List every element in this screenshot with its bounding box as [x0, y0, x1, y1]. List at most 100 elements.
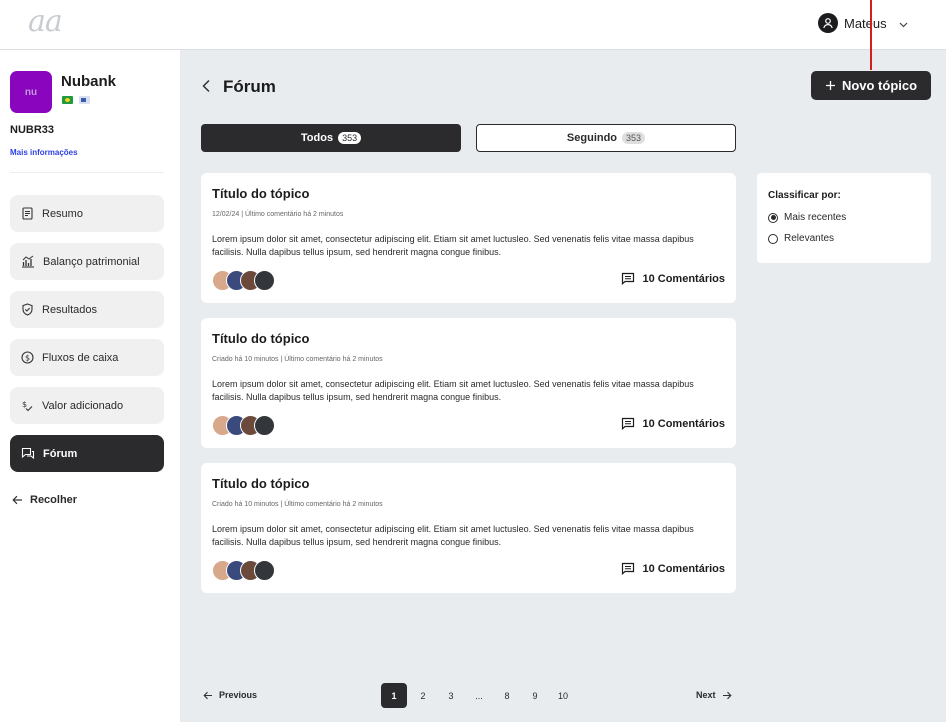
sidebar-item-label: Fórum: [43, 447, 78, 460]
sidebar-item-valor[interactable]: $ Valor adicionado: [10, 387, 164, 424]
sidebar-item-label: Resumo: [42, 207, 83, 220]
pagination: 1 2 3 ... 8 9 10: [381, 683, 577, 708]
back-button[interactable]: [199, 77, 215, 95]
sort-panel: Classificar por: Mais recentes Relevante…: [757, 173, 931, 263]
svg-text:$: $: [22, 400, 27, 409]
topic-title[interactable]: Título do tópico: [212, 331, 309, 346]
topic-body: Lorem ipsum dolor sit amet, consectetur …: [212, 379, 694, 402]
next-page-button[interactable]: Next: [696, 690, 732, 700]
sort-option-relevant[interactable]: Relevantes: [768, 233, 834, 244]
topic-body: Lorem ipsum dolor sit amet, consectetur …: [212, 234, 694, 257]
comments-count: 10 Comentários: [642, 272, 725, 285]
sidebar-item-label: Fluxos de caixa: [42, 351, 119, 364]
page-number[interactable]: 10: [549, 683, 577, 708]
user-avatar-icon: [818, 13, 838, 33]
sidebar-item-resumo[interactable]: Resumo: [10, 195, 164, 232]
company-name: Nubank: [61, 73, 117, 90]
participant-avatars: [212, 415, 275, 437]
topic-meta: Criado há 10 minutos | Último comentário…: [212, 501, 383, 508]
document-icon: [22, 207, 33, 220]
page-number[interactable]: 2: [409, 683, 437, 708]
radio-unselected-icon[interactable]: [768, 233, 778, 244]
svg-text:$: $: [25, 353, 30, 362]
comment-icon: [622, 272, 635, 285]
topic-card[interactable]: Título do tópico Criado há 10 minutos | …: [201, 463, 736, 593]
balance-chart-icon: [22, 255, 34, 268]
collapse-label: Recolher: [30, 494, 78, 506]
dollar-circle-icon: $: [21, 351, 34, 364]
arrow-right-icon: [722, 691, 732, 699]
comments-count: 10 Comentários: [642, 417, 725, 430]
sidebar-item-fluxos[interactable]: $ Fluxos de caixa: [10, 339, 164, 376]
annotation-line: [870, 0, 872, 70]
sort-option-label: Relevantes: [784, 233, 835, 244]
user-menu[interactable]: Mateus: [818, 12, 908, 34]
tab-count-badge: 353: [338, 132, 362, 144]
top-bar: aa Mateus: [0, 0, 946, 50]
page-number[interactable]: 1: [381, 683, 407, 708]
shield-check-icon: [22, 303, 33, 316]
user-name: Mateus: [844, 15, 887, 31]
comments-count: 10 Comentários: [642, 562, 725, 575]
sidebar-item-forum[interactable]: Fórum: [10, 435, 164, 472]
avatar: [254, 415, 275, 436]
collapse-sidebar-button[interactable]: Recolher: [12, 494, 77, 506]
previous-label: Previous: [219, 690, 258, 700]
sidebar-divider: [10, 172, 164, 173]
avatar: [254, 560, 275, 581]
company-flags: [62, 96, 90, 104]
sort-option-recent[interactable]: Mais recentes: [768, 212, 846, 223]
comment-icon: [622, 417, 635, 430]
tab-todos[interactable]: Todos 353: [201, 124, 461, 152]
comments-link[interactable]: 10 Comentários: [621, 562, 725, 575]
tab-count-badge: 353: [622, 132, 646, 144]
brazil-flag-icon: [62, 96, 73, 104]
page-title: Fórum: [223, 77, 276, 96]
chat-icon: [21, 447, 35, 460]
previous-page-button[interactable]: Previous: [203, 690, 257, 700]
topic-body: Lorem ipsum dolor sit amet, consectetur …: [212, 524, 694, 547]
tab-label: Todos: [300, 132, 334, 144]
sidebar-item-resultados[interactable]: Resultados: [10, 291, 164, 328]
tab-label: Seguindo: [566, 132, 618, 144]
sidebar-item-label: Valor adicionado: [42, 399, 124, 412]
company-ticker: NUBR33: [10, 124, 55, 136]
app-logo[interactable]: aa: [28, 4, 63, 39]
tab-seguindo[interactable]: Seguindo 353: [476, 124, 736, 152]
us-flag-icon: [79, 96, 90, 104]
participant-avatars: [212, 270, 275, 292]
topic-meta: 12/02/24 | Último comentário há 2 minuto…: [212, 211, 344, 218]
new-topic-button[interactable]: Novo tópico: [811, 71, 931, 100]
page-number[interactable]: 3: [437, 683, 465, 708]
value-added-icon: $: [22, 400, 33, 412]
chevron-left-icon: [202, 79, 210, 93]
participant-avatars: [212, 560, 275, 582]
new-topic-label: Novo tópico: [841, 78, 918, 93]
sidebar-item-balanco[interactable]: Balanço patrimonial: [10, 243, 164, 280]
chevron-down-icon: [899, 16, 908, 31]
sidebar: nu Nubank NUBR33 Mais informações Resumo…: [0, 50, 180, 722]
avatar: [254, 270, 275, 291]
comments-link[interactable]: 10 Comentários: [621, 272, 725, 285]
comment-icon: [622, 562, 635, 575]
page-number[interactable]: 8: [493, 683, 521, 708]
sidebar-item-label: Balanço patrimonial: [43, 255, 140, 268]
company-logo: nu: [10, 71, 52, 113]
arrow-left-icon: [203, 691, 212, 699]
sort-label: Classificar por:: [768, 190, 841, 201]
topic-card[interactable]: Título do tópico Criado há 10 minutos | …: [201, 318, 736, 448]
more-info-link[interactable]: Mais informações: [10, 148, 78, 157]
topic-title[interactable]: Título do tópico: [212, 186, 309, 201]
topic-meta: Criado há 10 minutos | Último comentário…: [212, 356, 383, 363]
plus-icon: [825, 81, 835, 90]
arrow-left-icon: [12, 495, 22, 505]
sort-option-label: Mais recentes: [784, 212, 847, 223]
page-ellipsis: ...: [475, 690, 483, 701]
topic-title[interactable]: Título do tópico: [212, 476, 309, 491]
page-number[interactable]: 9: [521, 683, 549, 708]
sidebar-item-label: Resultados: [42, 303, 98, 316]
topic-card[interactable]: Título do tópico 12/02/24 | Último comen…: [201, 173, 736, 303]
next-label: Next: [696, 690, 716, 700]
radio-selected-icon[interactable]: [768, 212, 778, 223]
comments-link[interactable]: 10 Comentários: [621, 417, 725, 430]
